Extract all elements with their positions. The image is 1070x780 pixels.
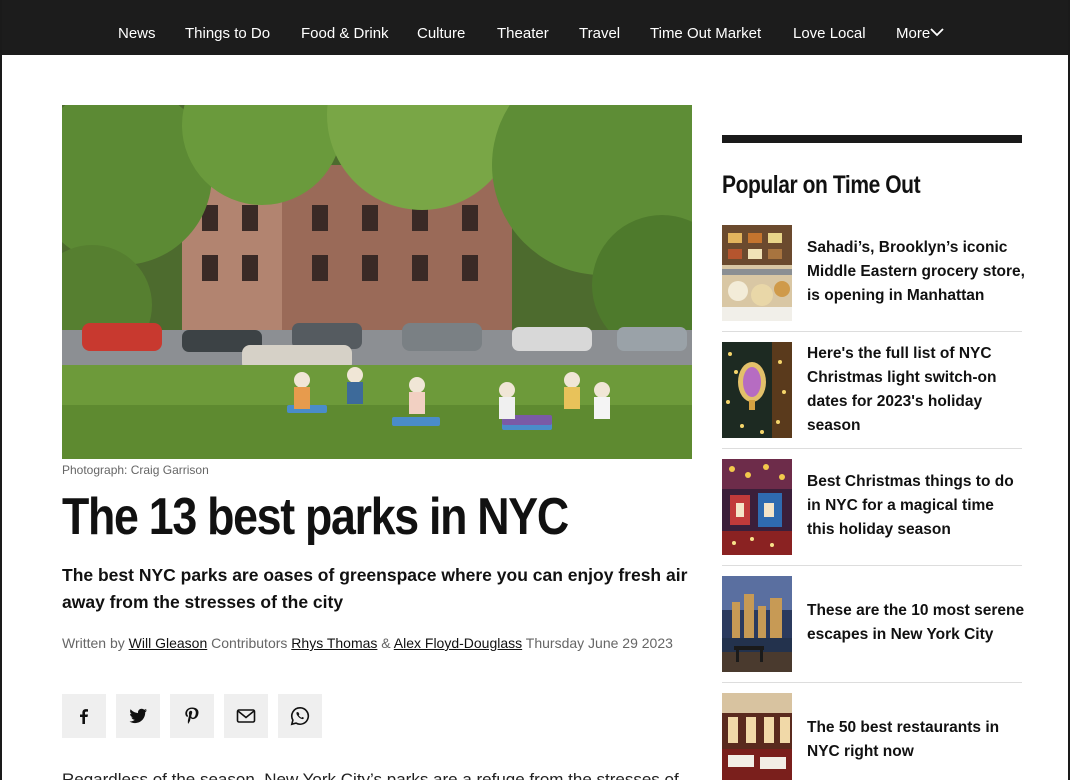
nav-item-theater[interactable]: Theater: [497, 24, 549, 44]
page: News Things to Do Food & Drink Culture T…: [2, 0, 1068, 780]
card-title: Sahadi’s, Brooklyn’s iconic Middle Easte…: [807, 239, 1025, 304]
card-thumbnail: [722, 693, 792, 780]
card-title: Best Christmas things to do in NYC for a…: [807, 473, 1014, 538]
page-title: The 13 best parks in NYC: [62, 488, 569, 546]
divider: [722, 565, 1022, 566]
share-email-button[interactable]: [224, 694, 268, 738]
card-title: These are the 10 most serene escapes in …: [807, 602, 1025, 643]
card-thumbnail: [722, 342, 792, 438]
popular-card[interactable]: Sahadi’s, Brooklyn’s iconic Middle Easte…: [722, 225, 1025, 321]
hero-image: [62, 105, 692, 459]
popular-card[interactable]: Here's the full list of NYC Christmas li…: [722, 342, 1022, 438]
divider: [722, 331, 1022, 332]
share-facebook-button[interactable]: [62, 694, 106, 738]
share-whatsapp-button[interactable]: [278, 694, 322, 738]
photo-credit: Photograph: Craig Garrison: [62, 463, 209, 477]
sidebar-rule: [722, 135, 1022, 143]
nav-more-label: More: [896, 25, 931, 42]
card-thumbnail: [722, 576, 792, 672]
share-pinterest-button[interactable]: [170, 694, 214, 738]
card-title: The 50 best restaurants in NYC right now: [807, 719, 1000, 760]
email-icon: [236, 709, 256, 723]
article-subtitle: The best NYC parks are oases of greenspa…: [62, 565, 688, 612]
nav-item-travel[interactable]: Travel: [579, 24, 620, 44]
chevron-down-icon: [930, 28, 944, 37]
twitter-icon: [129, 708, 147, 724]
byline-contributors-label: Contributors: [211, 635, 288, 651]
nav-item-culture[interactable]: Culture: [417, 24, 465, 44]
nav-item-love-local[interactable]: Love Local: [793, 24, 866, 44]
nav-item-more[interactable]: More: [896, 24, 952, 44]
sidebar-title: Popular on Time Out: [722, 171, 921, 199]
divider: [722, 448, 1022, 449]
contributor-link[interactable]: Rhys Thomas: [291, 635, 377, 651]
popular-card[interactable]: These are the 10 most serene escapes in …: [722, 576, 1025, 672]
nav-item-things-to-do[interactable]: Things to Do: [185, 24, 270, 44]
author-link[interactable]: Will Gleason: [129, 635, 208, 651]
publish-date: Thursday June 29 2023: [525, 635, 673, 651]
whatsapp-icon: [290, 706, 310, 726]
popular-card[interactable]: The 50 best restaurants in NYC right now: [722, 693, 1022, 780]
nav-item-news[interactable]: News: [118, 24, 156, 44]
top-nav: News Things to Do Food & Drink Culture T…: [2, 0, 1068, 55]
card-thumbnail: [722, 225, 792, 321]
card-thumbnail: [722, 459, 792, 555]
article-body: Regardless of the season, New York City’…: [62, 770, 679, 780]
popular-card[interactable]: Best Christmas things to do in NYC for a…: [722, 459, 1022, 555]
nav-item-food-drink[interactable]: Food & Drink: [301, 24, 389, 44]
byline: Written by Will Gleason Contributors Rhy…: [62, 634, 673, 652]
byline-ampersand: &: [381, 635, 391, 651]
contributor-link[interactable]: Alex Floyd-Douglass: [394, 635, 522, 651]
pinterest-icon: [185, 707, 199, 724]
card-title: Here's the full list of NYC Christmas li…: [807, 345, 997, 434]
facebook-icon: [80, 709, 88, 724]
byline-written-by-label: Written by: [62, 635, 125, 651]
share-twitter-button[interactable]: [116, 694, 160, 738]
nav-item-time-out-market[interactable]: Time Out Market: [650, 24, 761, 44]
divider: [722, 682, 1022, 683]
